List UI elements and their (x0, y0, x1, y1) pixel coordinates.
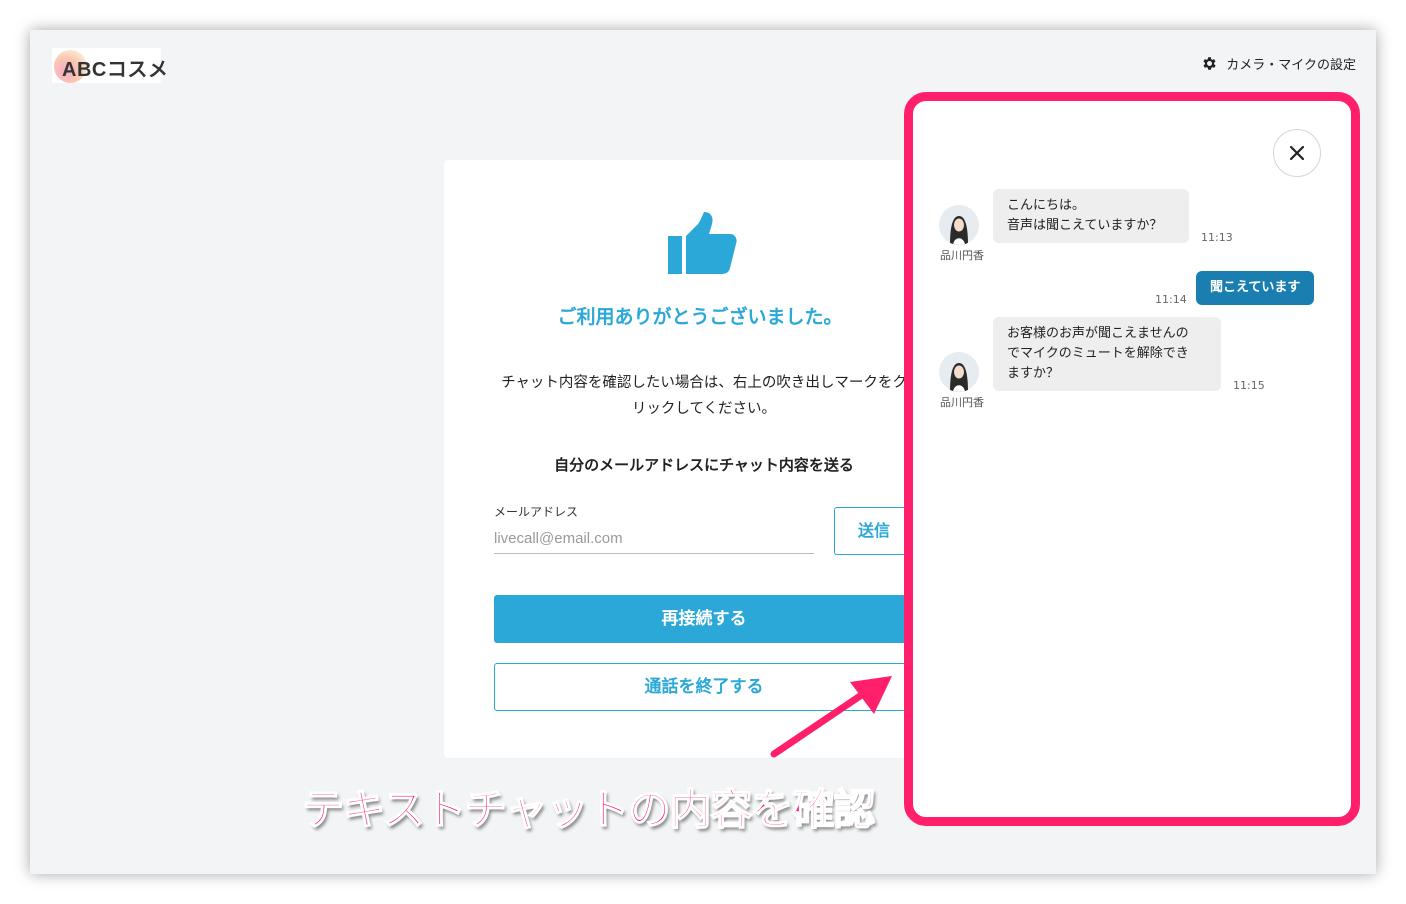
gear-icon (1203, 57, 1216, 70)
message-line: でマイクのミュートを解除でき (1007, 346, 1189, 361)
reconnect-button[interactable]: 再接続する (494, 595, 914, 643)
message-line: ますか？ (1007, 366, 1060, 381)
chat-message: お客様のお声が聞こえませんの でマイクのミュートを解除でき ますか？ (993, 317, 1221, 391)
chat-instruction-text: チャット内容を確認したい場合は、右上の吹き出しマークをクリックしてください。 (501, 375, 907, 417)
sender-name: 品川円香 (940, 396, 984, 409)
annotation-caption: テキストチャットの内容を確認 (301, 784, 876, 835)
message-time: 11:13 (1201, 231, 1233, 244)
annotation-arrow (770, 676, 892, 758)
message-time: 11:15 (1233, 379, 1265, 392)
email-field[interactable] (494, 524, 814, 554)
brand-logo[interactable]: ABCコスメ (52, 48, 168, 83)
thanks-message: ご利用ありがとうございました。 (557, 306, 843, 328)
my-chat-message: 聞こえています (1196, 271, 1315, 305)
chat-close-button[interactable] (1273, 129, 1321, 177)
avatar (939, 352, 979, 392)
message-line: こんにちは。 (1007, 198, 1086, 213)
message-time: 11:14 (1155, 293, 1187, 306)
thumbs-up-icon (668, 212, 737, 274)
app-window: ABCコスメ カメラ・マイクの設定 ご利用ありがとうございました。 チャット内容… (30, 30, 1376, 874)
email-label: メールアドレス (494, 505, 579, 519)
chat-panel: 品川円香 こんにちは。 音声は聞こえていますか？ 11:13 11:14 聞こえ… (904, 92, 1360, 826)
sender-name: 品川円香 (940, 249, 984, 262)
settings-label: カメラ・マイクの設定 (1226, 58, 1356, 73)
send-button[interactable]: 送信 (834, 507, 914, 555)
call-ended-card: ご利用ありがとうございました。 チャット内容を確認したい場合は、右上の吹き出しマ… (444, 160, 964, 758)
message-line: 音声は聞こえていますか？ (1007, 218, 1163, 233)
close-icon (1289, 145, 1305, 161)
chat-message: こんにちは。 音声は聞こえていますか？ (993, 189, 1189, 243)
avatar (939, 205, 979, 245)
message-line: お客様のお声が聞こえませんの (1007, 326, 1189, 341)
logo-text: ABCコスメ (62, 59, 169, 81)
camera-mic-settings-link[interactable]: カメラ・マイクの設定 (1201, 54, 1356, 73)
send-chat-mail-heading: 自分のメールアドレスにチャット内容を送る (554, 456, 854, 474)
